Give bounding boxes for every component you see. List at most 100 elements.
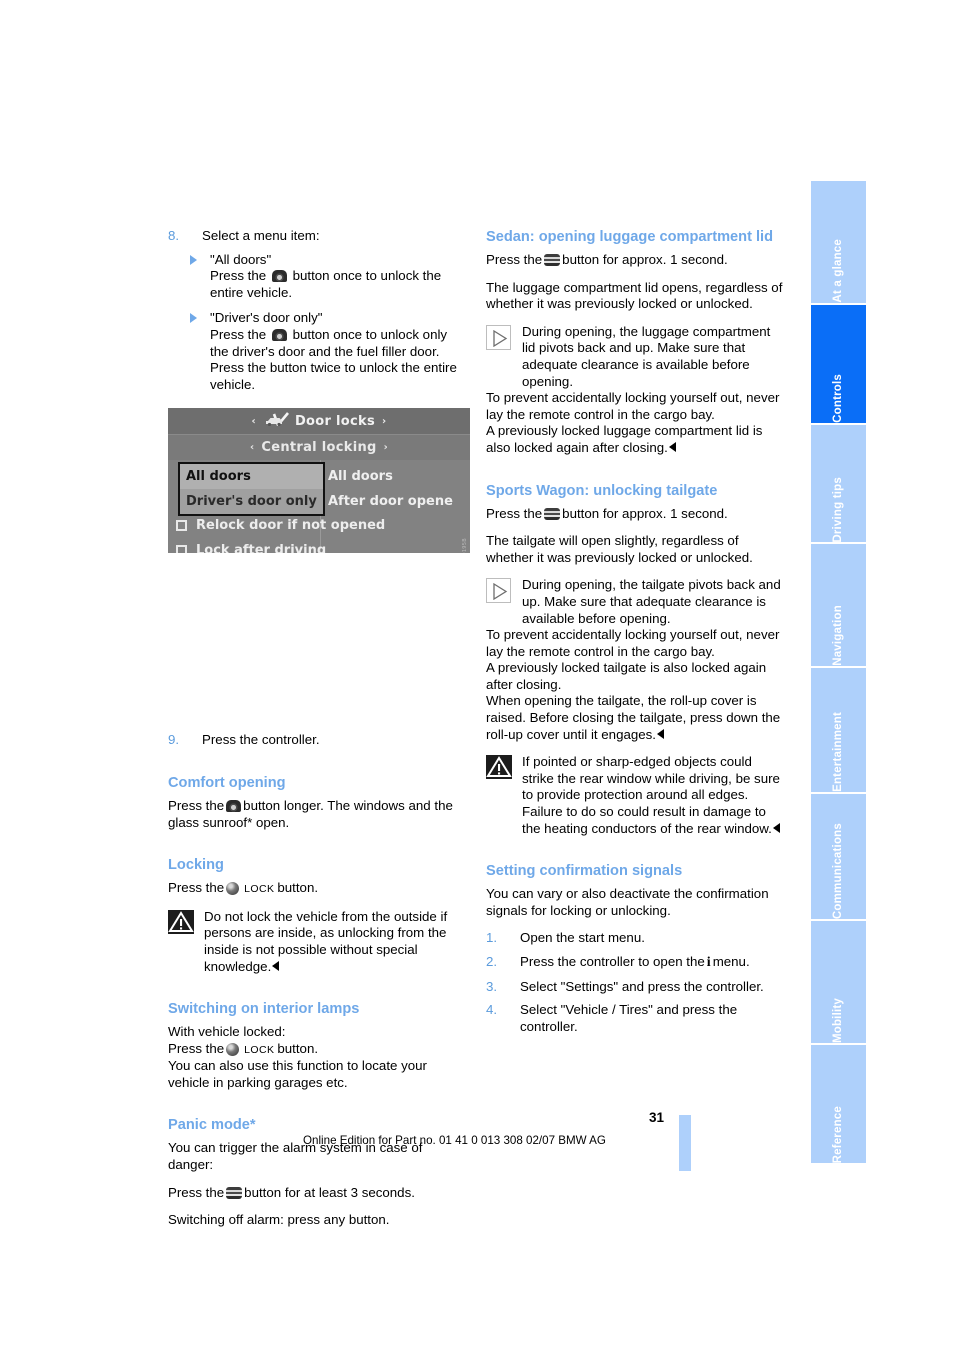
note-cont-2-text: A previously locked luggage compartment …: [486, 423, 763, 455]
heading-comfort-opening: Comfort opening: [168, 774, 286, 791]
interior-lamps-line2: You can also use this function to locate…: [168, 1058, 427, 1090]
wagon-para1: The tailgate will open slightly, regardl…: [486, 533, 753, 565]
footer-accent-bar: [679, 1115, 691, 1171]
warning-text: Do not lock the vehicle from the outside…: [204, 908, 448, 974]
right-column: Sedan: opening luggage compartment lid P…: [486, 228, 786, 1042]
screenshot-popup-list[interactable]: All doors Driver's door only: [178, 462, 325, 516]
trunk-button-icon: [544, 507, 561, 520]
right-option: All doors: [328, 469, 393, 484]
screenshot-body: All doors After door opene All doors Dri…: [168, 460, 470, 553]
heading-sedan-luggage: Sedan: opening luggage compartment lid: [486, 229, 774, 245]
heading-locking: Locking: [168, 857, 224, 874]
sidebar-tab-label: Controls: [831, 373, 844, 423]
section-interior-lamps: Switching on interior lamps With vehicle…: [168, 1000, 468, 1091]
screenshot-subtitle: Central locking: [261, 440, 377, 455]
note-triangle-icon: [486, 324, 511, 350]
section-tab-strip: At a glance Controls Driving tips Naviga…: [811, 181, 866, 1163]
screenshot-title-row: ‹ Door locks ›: [168, 408, 470, 435]
sidebar-tab-label: At a glance: [831, 239, 844, 303]
sidebar-tab-mobility[interactable]: Mobility: [811, 921, 866, 1046]
warning-text: If pointed or sharp-edged objects could …: [522, 754, 780, 836]
panic-mode-line2: Switching off alarm: press any button.: [168, 1212, 390, 1228]
note-text: During opening, the tailgate pivots back…: [522, 577, 781, 626]
confirmation-step-4: 4. Select "Vehicle / Tires" and press th…: [486, 1002, 786, 1035]
section-sedan-luggage: Sedan: opening luggage compartment lid P…: [486, 228, 786, 457]
wagon-press-line: Press the button for approx. 1 second.: [486, 506, 786, 523]
note-cont-1: To prevent accidentally locking yourself…: [486, 627, 780, 659]
footer-edition-note: Online Edition for Part no. 01 41 0 013 …: [303, 1134, 606, 1147]
step-8: 8. Select a menu item:: [168, 228, 468, 245]
triangle-bullet-icon: [190, 254, 197, 265]
confirmation-step-1: 1. Open the start menu.: [486, 930, 786, 947]
lock-button-icon: [226, 882, 240, 896]
text-after-icon: button for approx. 1 second.: [562, 505, 728, 521]
popup-option-drivers-door-only[interactable]: Driver's door only: [180, 489, 323, 514]
text-after-icon: button for approx. 1 second.: [562, 252, 728, 267]
bullet-title: "All doors": [210, 251, 272, 267]
sidebar-tab-label: Driving tips: [831, 476, 844, 543]
step-text: Select "Settings" and press the controll…: [520, 978, 764, 994]
confirmation-intro: You can vary or also deactivate the conf…: [486, 886, 769, 918]
arrow-right-icon: ›: [382, 415, 387, 427]
sidebar-tab-label: Reference: [831, 1105, 844, 1163]
page-number: 31: [648, 1110, 664, 1125]
arrow-right-icon: ›: [383, 442, 389, 453]
warning-triangle-icon: [168, 909, 194, 934]
screenshot-title: Door locks: [294, 413, 376, 429]
warning-triangle-icon: [486, 755, 512, 780]
panic-mode-press-line: Press the button for at least 3 seconds.: [168, 1185, 468, 1202]
step-9: 9. Press the controller.: [168, 732, 468, 749]
section-sports-wagon: Sports Wagon: unlocking tailgate Press t…: [486, 482, 786, 838]
sidebar-tab-navigation[interactable]: Navigation: [811, 544, 866, 668]
heading-confirmation-signals: Setting confirmation signals: [486, 863, 683, 880]
step-text: Select "Vehicle / Tires" and press the c…: [520, 1002, 738, 1034]
popup-option-all-doors[interactable]: All doors: [180, 464, 323, 489]
sidebar-tab-at-a-glance[interactable]: At a glance: [811, 181, 866, 305]
sidebar-tab-controls[interactable]: Controls: [811, 304, 866, 425]
sidebar-tab-label: Mobility: [831, 998, 844, 1044]
idrive-menu-screenshot: ‹ Door locks › ‹ Central locking › All d…: [168, 408, 470, 553]
sidebar-tab-entertainment[interactable]: Entertainment: [811, 668, 866, 794]
wagon-warning: If pointed or sharp-edged objects could …: [486, 754, 786, 837]
unlock-button-icon: [226, 799, 242, 812]
trunk-button-icon: [544, 254, 561, 266]
step-text-after: menu.: [712, 954, 750, 969]
figure-id-caption: MSP74D14-0195B: [462, 538, 468, 553]
text-before-icon: Press the: [486, 252, 543, 267]
note-text: During opening, the luggage compartment …: [522, 323, 771, 389]
text-before-icon: Press the: [168, 1184, 225, 1200]
sidebar-tab-reference[interactable]: Reference: [811, 1045, 866, 1163]
step-number: 1.: [486, 930, 498, 946]
note-cont-3: When opening the tailgate, the roll-up c…: [486, 693, 786, 743]
screenshot-checkbox-relock[interactable]: Relock door if not opened: [176, 518, 385, 533]
heading-text: Panic mode: [168, 1117, 250, 1134]
comfort-opening-body: Press the button longer. The windows and …: [168, 798, 468, 831]
trunk-button-icon: [226, 1186, 243, 1199]
checkbox-label: Lock after driving: [196, 543, 327, 553]
left-column: 8. Select a menu item: "All doors" Press…: [168, 228, 470, 1240]
step-text: Select a menu item:: [202, 228, 320, 243]
step-number: 9.: [168, 732, 180, 748]
lock-label: LOCK: [244, 1043, 275, 1056]
note-cont-2: A previously locked tailgate is also loc…: [486, 660, 767, 692]
locking-press-line: Press the LOCK button.: [168, 880, 468, 898]
interior-lamps-line1: With vehicle locked:: [168, 1024, 286, 1040]
info-i-icon: i: [706, 955, 711, 970]
arrow-left-icon: ‹: [251, 415, 256, 427]
bullet-body-before: Press the: [210, 268, 267, 284]
manual-page: At a glance Controls Driving tips Naviga…: [0, 0, 954, 1351]
section-comfort-opening: Comfort opening Press the button longer. …: [168, 774, 468, 831]
arrow-left-icon: ‹: [249, 442, 255, 453]
sidebar-tab-communications[interactable]: Communications: [811, 793, 866, 922]
section-locking: Locking Press the LOCK button. Do not lock…: [168, 856, 468, 975]
sidebar-tab-driving-tips[interactable]: Driving tips: [811, 424, 866, 545]
end-of-note-marker: [772, 822, 780, 833]
screenshot-checkbox-lock-after-driving[interactable]: Lock after driving: [176, 543, 326, 553]
bullet-body-before: Press the: [210, 326, 267, 342]
unlock-button-icon: [271, 328, 287, 341]
unlock-button-icon: [271, 270, 287, 283]
confirmation-step-3: 3. Select "Settings" and press the contr…: [486, 979, 786, 996]
heading-sports-wagon: Sports Wagon: unlocking tailgate: [486, 482, 718, 499]
end-of-note-marker: [272, 960, 280, 971]
sedan-para1: The luggage compartment lid opens, regar…: [486, 279, 783, 312]
